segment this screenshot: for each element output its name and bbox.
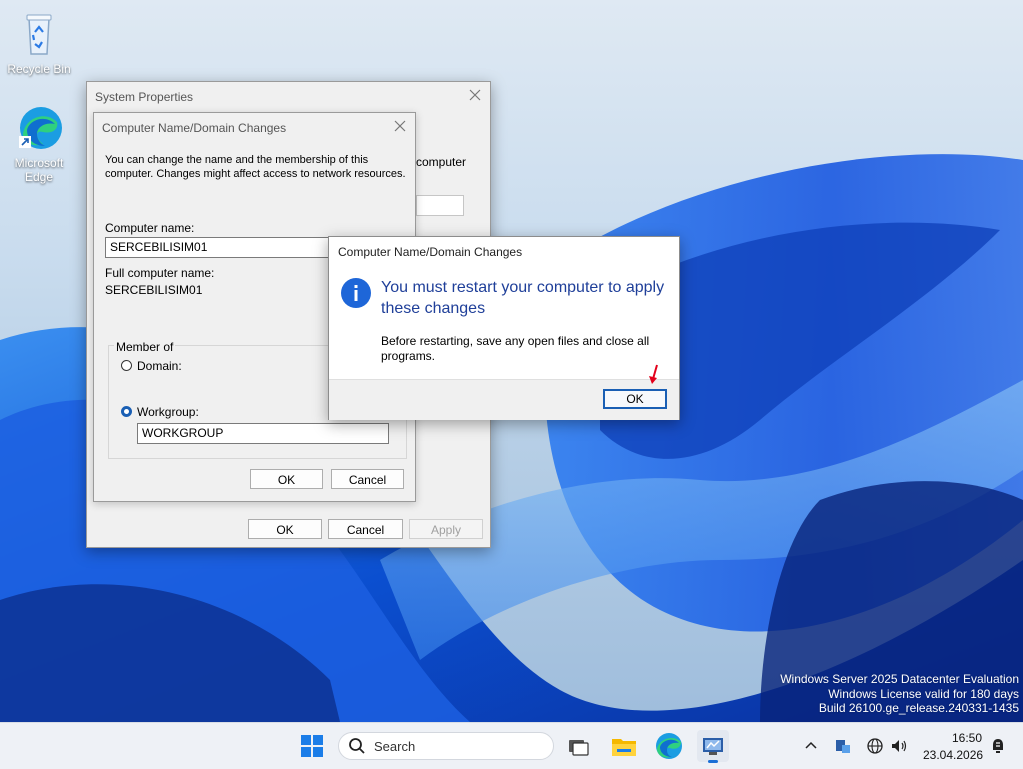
member-of-label: Member of [114,340,176,354]
partial-text: computer [416,155,467,169]
clock-date[interactable]: 23.04.2026 [923,748,983,762]
recycle-bin-icon [15,10,63,58]
search-icon [349,738,365,754]
server-manager-button[interactable] [697,730,729,763]
dialog-title: Computer Name/Domain Changes [338,245,523,259]
full-name-value: SERCEBILISIM01 [105,283,203,297]
edge-button[interactable] [653,730,685,762]
workgroup-label[interactable]: Workgroup: [137,405,199,419]
search-placeholder: Search [374,739,416,754]
computer-name-input[interactable]: SERCEBILISIM01 [105,237,345,258]
task-view-button[interactable] [562,730,594,762]
full-name-label: Full computer name: [105,266,215,280]
taskbar: Search 16:50 23.04.2026 [0,722,1023,769]
edge-icon [656,733,682,759]
close-icon[interactable] [393,119,407,133]
watermark-line1: Windows Server 2025 Datacenter Evaluatio… [780,672,1019,686]
network-icon[interactable] [866,737,884,755]
apply-button[interactable]: Apply [409,519,483,539]
notification-icon[interactable] [990,737,1006,755]
desktop-icon-label-line2: Edge [24,170,54,184]
workgroup-radio[interactable] [121,406,132,417]
file-explorer-button[interactable] [608,730,640,762]
restart-dialog[interactable]: Computer Name/Domain Changes You must re… [328,236,680,420]
domain-radio[interactable] [121,360,132,371]
workgroup-input[interactable]: WORKGROUP [137,423,389,444]
description-line2: computer. Changes might affect access to… [105,168,406,180]
watermark-line2: Windows License valid for 180 days [828,686,1019,701]
desktop-icon-label-line1: Microsoft [14,156,64,170]
ok-button[interactable]: OK [250,469,323,489]
cancel-button[interactable]: Cancel [328,519,403,539]
task-view-icon [569,740,589,756]
partial-input [416,195,464,216]
domain-label[interactable]: Domain: [137,359,182,373]
taskbar-search[interactable]: Search [338,732,554,760]
info-icon [341,278,371,308]
dialog-heading-line2: these changes [381,300,486,317]
server-manager-icon [703,738,723,755]
title-bar[interactable]: System Properties [87,82,490,112]
cancel-button[interactable]: Cancel [331,469,404,489]
window-title: Computer Name/Domain Changes [102,121,287,135]
restart-ok-button[interactable]: OK [603,389,667,409]
desktop-icon-edge[interactable]: Microsoft Edge [3,104,75,184]
os-watermark: Windows Server 2025 Datacenter Evaluatio… [780,672,1019,716]
arrow-annotation-icon [649,364,658,384]
desktop-icon-recycle-bin[interactable]: Recycle Bin [3,10,75,76]
computer-name-label: Computer name: [105,221,195,235]
chevron-up-icon[interactable] [804,739,818,753]
watermark-line3: Build 26100.ge_release.240331-1435 [818,701,1019,715]
ok-button[interactable]: OK [248,519,322,539]
dialog-body-line2: programs. [381,349,436,363]
start-icon [301,735,323,757]
description-line1: You can change the name and the membersh… [105,154,369,166]
file-explorer-icon [612,739,636,756]
security-icon[interactable] [834,737,852,755]
desktop-icon-label: Recycle Bin [7,62,71,76]
start-button[interactable] [296,730,328,762]
window-title: System Properties [95,90,194,104]
running-indicator [708,760,718,763]
dialog-body-line1: Before restarting, save any open files a… [381,334,650,348]
edge-icon [15,104,63,152]
dialog-heading-line1: You must restart your computer to apply [381,279,665,296]
title-bar[interactable]: Computer Name/Domain Changes [94,113,415,143]
volume-icon[interactable] [890,737,908,755]
close-icon[interactable] [468,88,482,102]
clock-time[interactable]: 16:50 [952,731,982,745]
